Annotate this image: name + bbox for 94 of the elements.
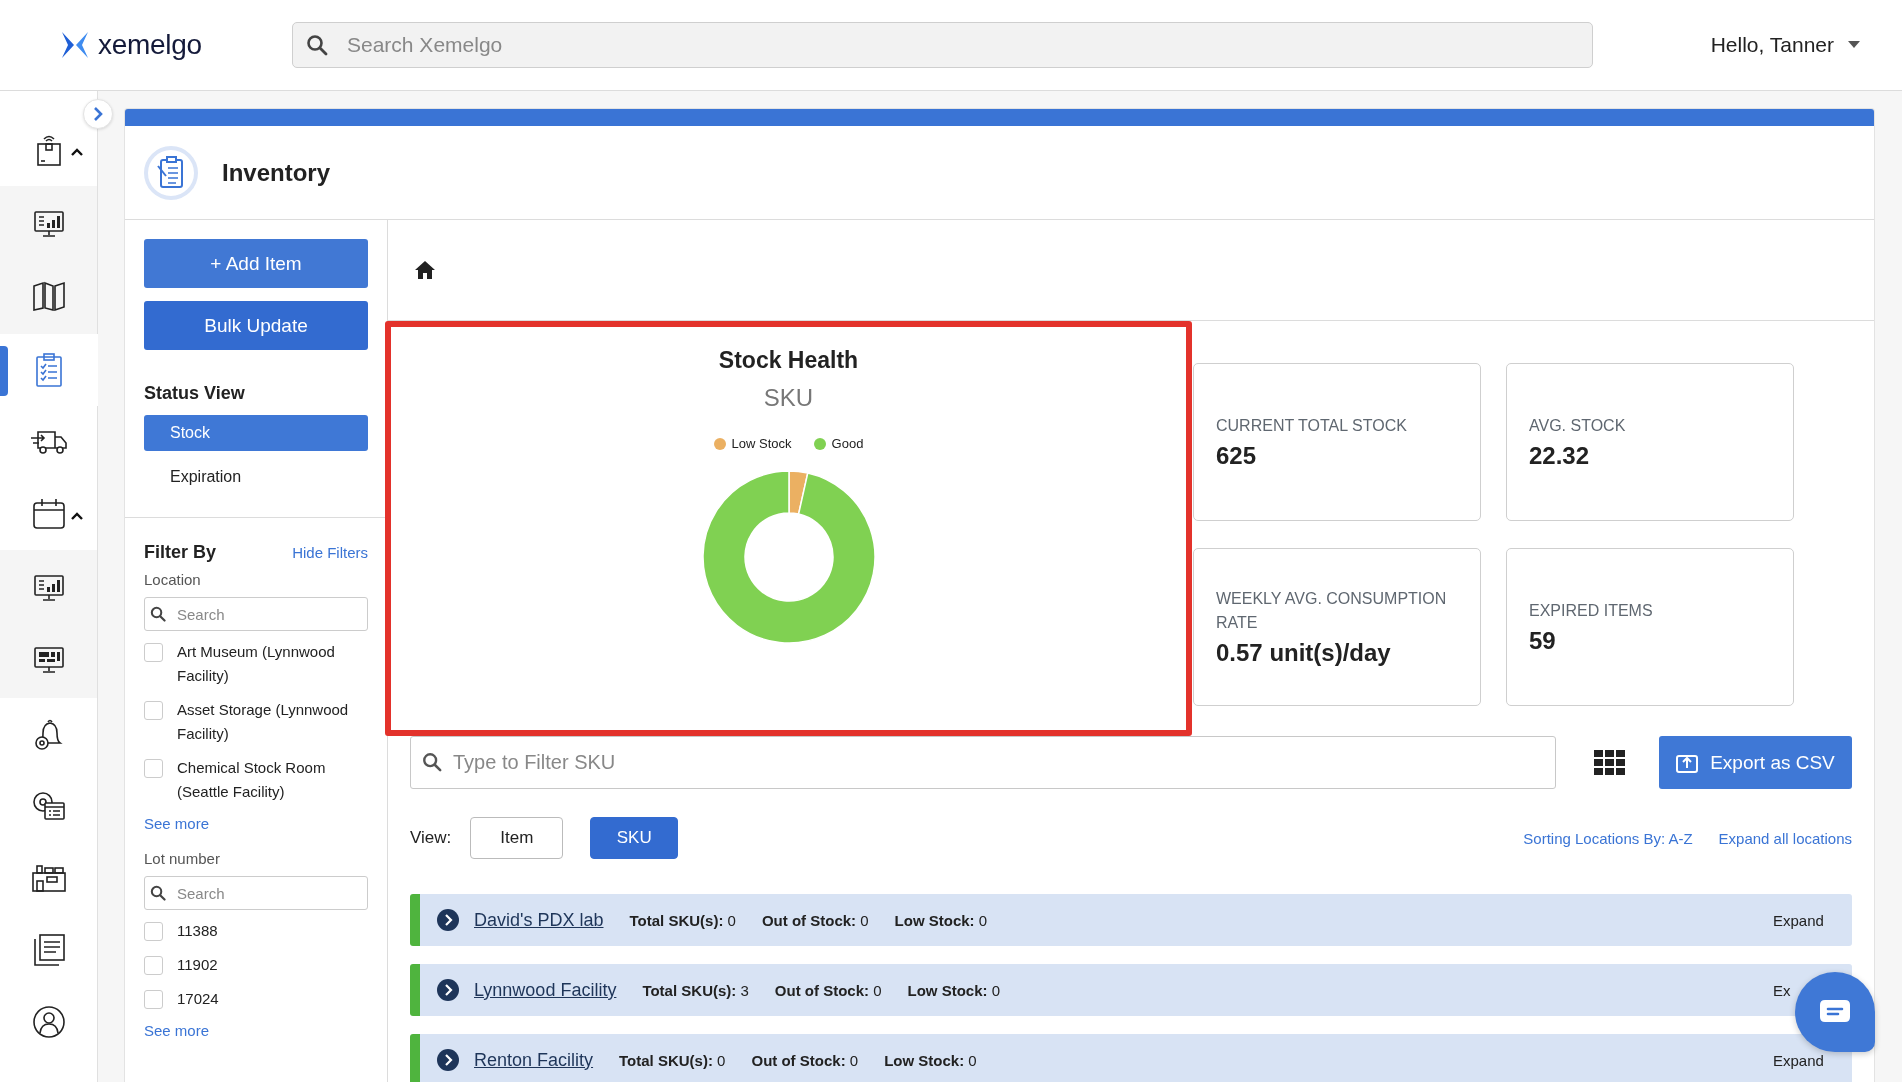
chevron-icon bbox=[437, 1049, 459, 1071]
view-label: View: bbox=[410, 828, 452, 848]
filter-label: Location bbox=[144, 571, 202, 588]
checkbox[interactable] bbox=[144, 990, 163, 1009]
legend-label: Low Stock bbox=[731, 436, 792, 451]
option-label: 11902 bbox=[177, 955, 218, 975]
grid-icon[interactable] bbox=[1594, 750, 1625, 775]
metric-label: WEEKLY AVG. CONSUMPTION RATE bbox=[1216, 589, 1448, 633]
expand-link[interactable]: Ex bbox=[1773, 981, 1791, 999]
view-toggle[interactable]: SKU bbox=[590, 817, 679, 859]
stat-text: Total SKU(s): 0 bbox=[629, 911, 736, 929]
export-icon bbox=[1676, 752, 1699, 773]
search-icon bbox=[422, 752, 442, 772]
user-menu[interactable]: Hello, Tanner bbox=[1710, 33, 1860, 57]
monitor-icon bbox=[33, 646, 65, 674]
package-icon bbox=[34, 133, 64, 167]
stat-text: Out of Stock: 0 bbox=[774, 981, 882, 999]
add-item-button[interactable]: + Add Item bbox=[144, 239, 368, 288]
legend-label: Good bbox=[831, 436, 864, 451]
status-option[interactable]: Stock bbox=[144, 415, 368, 451]
search-icon bbox=[150, 885, 166, 901]
view-toggle[interactable]: Item bbox=[470, 817, 564, 859]
see-more-link[interactable]: See more bbox=[144, 815, 368, 832]
status-option[interactable]: Expiration bbox=[144, 459, 368, 495]
checkbox[interactable] bbox=[144, 759, 163, 778]
truck-icon bbox=[30, 429, 68, 455]
location-link[interactable]: Renton Facility bbox=[474, 1049, 594, 1071]
metric-label: EXPIRED ITEMS bbox=[1529, 601, 1654, 621]
expand-link[interactable]: Expand bbox=[1773, 911, 1824, 929]
filter-field[interactable]: Type to Filter SKU bbox=[410, 736, 1556, 789]
option-label: Art Museum (Lynnwood Facility) bbox=[177, 642, 336, 686]
sort-link[interactable]: Sorting Locations By: A-Z bbox=[1523, 829, 1693, 847]
expand-link[interactable]: Expand bbox=[1773, 1051, 1824, 1069]
location-link[interactable]: Lynnwood Facility bbox=[474, 979, 617, 1001]
checkbox[interactable] bbox=[144, 922, 163, 941]
location-row[interactable]: Lynnwood Facility Total SKU(s): 3 Out of Stock: 0 Low Stock: 0 Ex bbox=[410, 964, 1852, 1016]
checkbox[interactable] bbox=[144, 643, 163, 662]
filter-label: Lot number bbox=[144, 850, 221, 867]
expand-all-link[interactable]: Expand all locations bbox=[1718, 829, 1852, 847]
gear-icon bbox=[31, 790, 67, 822]
user-icon bbox=[32, 1005, 66, 1039]
stat-text: Total SKU(s): 3 bbox=[642, 981, 749, 999]
expand-button[interactable] bbox=[83, 99, 113, 129]
search-field[interactable]: Search bbox=[144, 876, 368, 910]
clipboard-icon bbox=[144, 145, 198, 200]
document-icon bbox=[32, 933, 66, 967]
option-label: Chemical Stock Room (Seattle Facility) bbox=[177, 758, 327, 802]
bulk-update-button[interactable]: Bulk Update bbox=[144, 301, 368, 350]
stat-text: Low Stock: 0 bbox=[894, 911, 988, 929]
stat-text: Low Stock: 0 bbox=[907, 981, 1001, 999]
metric-label: CURRENT TOTAL STOCK bbox=[1216, 416, 1408, 436]
hide-filters-link[interactable]: Hide Filters bbox=[292, 544, 368, 561]
stat-text: Total SKU(s): 0 bbox=[619, 1051, 726, 1069]
chevron-icon bbox=[437, 979, 459, 1001]
search-field[interactable]: Search Xemelgo bbox=[292, 22, 1593, 68]
checkbox[interactable] bbox=[144, 701, 163, 720]
stat-text: Out of Stock: 0 bbox=[761, 911, 869, 929]
active-indicator bbox=[0, 346, 8, 396]
see-more-link[interactable]: See more bbox=[144, 1022, 368, 1039]
location-row[interactable]: Renton Facility Total SKU(s): 0 Out of Stock: 0 Low Stock: 0 Expand bbox=[410, 1034, 1852, 1082]
checkbox[interactable] bbox=[144, 956, 163, 975]
export-button[interactable]: Export as CSV bbox=[1659, 736, 1852, 789]
option-label: Asset Storage (Lynnwood Facility) bbox=[177, 700, 350, 744]
metric-label: AVG. STOCK bbox=[1529, 416, 1627, 436]
stat-text: Low Stock: 0 bbox=[884, 1051, 977, 1069]
search-icon bbox=[306, 34, 328, 56]
chat-icon bbox=[1819, 999, 1851, 1025]
metric-value: 59 bbox=[1529, 627, 1557, 655]
chevron-icon bbox=[437, 909, 459, 931]
location-link[interactable]: David's PDX lab bbox=[474, 909, 604, 931]
stat-text: Out of Stock: 0 bbox=[751, 1051, 859, 1069]
map-icon bbox=[32, 281, 66, 311]
factory-icon bbox=[31, 863, 67, 893]
metric-value: 22.32 bbox=[1529, 442, 1591, 470]
chart-title: Stock Health bbox=[718, 347, 859, 374]
calendar-icon bbox=[32, 498, 66, 530]
chart-subtitle: SKU bbox=[763, 384, 814, 412]
section-title: Status View bbox=[144, 383, 246, 404]
monitor-icon bbox=[33, 574, 65, 602]
location-row[interactable]: David's PDX lab Total SKU(s): 0 Out of Stock: 0 Low Stock: 0 Expand bbox=[410, 894, 1852, 946]
search-field[interactable]: Search bbox=[144, 597, 368, 631]
metric-value: 625 bbox=[1216, 442, 1258, 470]
option-label: 17024 bbox=[177, 989, 219, 1009]
clipboard-icon bbox=[35, 352, 63, 388]
page-title: Inventory bbox=[222, 158, 331, 187]
chevron-icon bbox=[91, 106, 105, 122]
search-icon bbox=[150, 606, 166, 622]
option-label: 11388 bbox=[177, 921, 218, 941]
section-title: Filter By bbox=[144, 542, 217, 563]
logo[interactable]: xemelgo bbox=[98, 29, 202, 61]
caret-icon bbox=[1848, 41, 1860, 49]
monitor-icon bbox=[33, 210, 65, 238]
home-icon[interactable] bbox=[414, 260, 436, 280]
metric-value: 0.57 unit(s)/day bbox=[1216, 639, 1392, 667]
